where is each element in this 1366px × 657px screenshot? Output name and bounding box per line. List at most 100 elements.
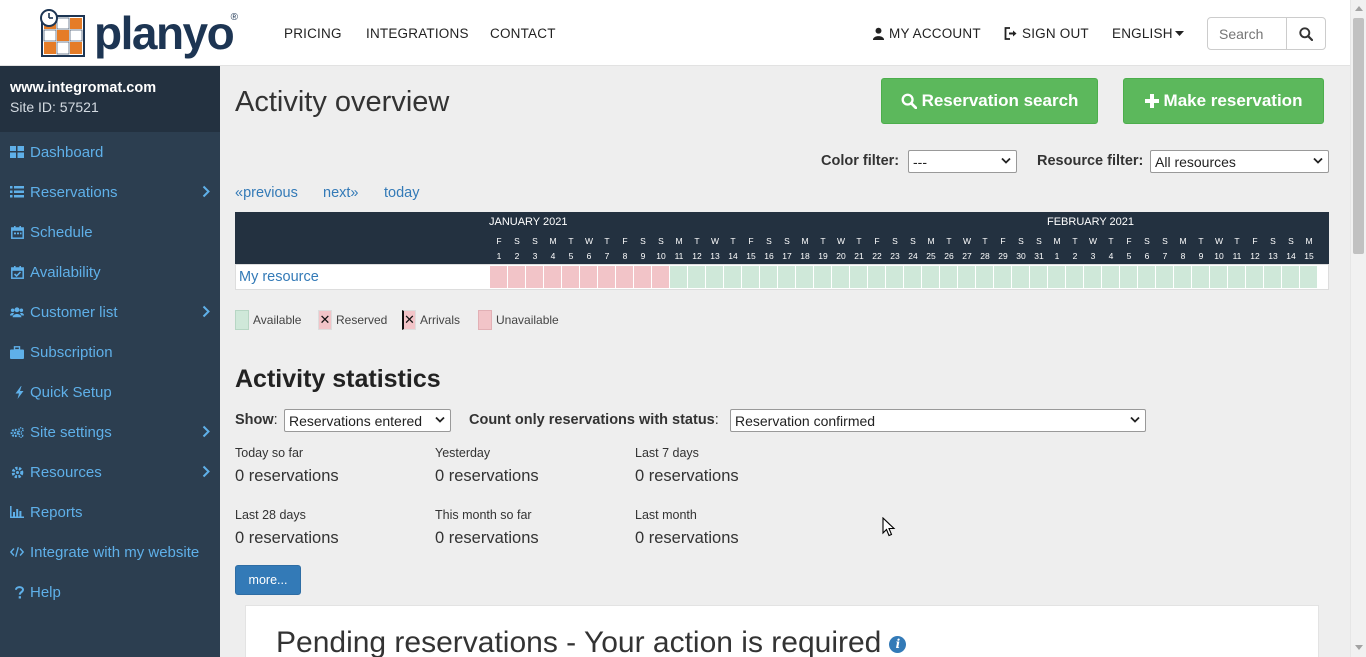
calendar-cell-available[interactable] xyxy=(778,266,795,288)
calendar-cell-available[interactable] xyxy=(904,266,921,288)
calendar-cell-available[interactable] xyxy=(940,266,957,288)
calendar-cell-available[interactable] xyxy=(1210,266,1227,288)
calendar-cell-available[interactable] xyxy=(1120,266,1137,288)
calendar-cell-available[interactable] xyxy=(796,266,813,288)
calendar-cell-available[interactable] xyxy=(1300,266,1317,288)
calendar-cell-available[interactable] xyxy=(1102,266,1119,288)
sidebar-item-reservations[interactable]: Reservations xyxy=(0,172,220,212)
calendar-day-number: 13 xyxy=(1268,251,1278,261)
calendar-cell-unavailable[interactable] xyxy=(634,266,651,288)
calendar-cell-available[interactable] xyxy=(994,266,1011,288)
page-scrollbar[interactable] xyxy=(1350,0,1366,657)
calendar-cell-available[interactable] xyxy=(922,266,939,288)
calendar-weekday: T xyxy=(946,236,952,246)
calendar-cell-available[interactable] xyxy=(976,266,993,288)
sidebar-item-integrate-with-my-website[interactable]: Integrate with my website xyxy=(0,532,220,572)
calendar-cell-available[interactable] xyxy=(1030,266,1047,288)
next-link[interactable]: next» xyxy=(323,185,358,201)
calendar-cell-available[interactable] xyxy=(688,266,705,288)
scroll-down-icon[interactable] xyxy=(1355,645,1363,650)
calendar-cell-available[interactable] xyxy=(1264,266,1281,288)
calendar-cell-available[interactable] xyxy=(886,266,903,288)
sidebar-item-availability[interactable]: Availability xyxy=(0,252,220,292)
calendar-cell-available[interactable] xyxy=(1048,266,1065,288)
calendar-cell-available[interactable] xyxy=(1138,266,1155,288)
nav-integrations[interactable]: INTEGRATIONS xyxy=(366,26,469,41)
nav-pricing[interactable]: PRICING xyxy=(284,26,342,41)
status-label-text: Count only reservations with status xyxy=(469,412,715,428)
sidebar-item-site-settings[interactable]: Site settings xyxy=(0,412,220,452)
calendar-cell-available[interactable] xyxy=(1012,266,1029,288)
previous-link[interactable]: «previous xyxy=(235,185,298,201)
language-dropdown[interactable]: ENGLISH xyxy=(1112,26,1184,41)
calendar-cell-available[interactable] xyxy=(1156,266,1173,288)
calendar-weekday: T xyxy=(820,236,826,246)
calendar-cell-available[interactable] xyxy=(1246,266,1263,288)
calendar-cell-available[interactable] xyxy=(1084,266,1101,288)
calendar-cell-available[interactable] xyxy=(1174,266,1191,288)
calendar-cell-unavailable[interactable] xyxy=(580,266,597,288)
sidebar-item-resources[interactable]: Resources xyxy=(0,452,220,492)
calendar-cell-available[interactable] xyxy=(760,266,777,288)
calendar-cell-unavailable[interactable] xyxy=(562,266,579,288)
resource-link[interactable]: My resource xyxy=(239,269,319,285)
info-icon[interactable]: i xyxy=(889,635,907,653)
sidebar-item-help[interactable]: Help xyxy=(0,572,220,612)
calendar-cell-available[interactable] xyxy=(850,266,867,288)
question-icon xyxy=(10,585,24,599)
calendar-cell-unavailable[interactable] xyxy=(526,266,543,288)
calendar-cell-unavailable[interactable] xyxy=(616,266,633,288)
calendar-cell-available[interactable] xyxy=(1282,266,1299,288)
calendar-day-number: 2 xyxy=(514,251,520,261)
calendar-cell-available[interactable] xyxy=(868,266,885,288)
calendar-month-label: JANUARY 2021 xyxy=(489,216,568,228)
calendar-weekday: M xyxy=(1179,236,1187,246)
calendar-cell-available[interactable] xyxy=(814,266,831,288)
make-reservation-button[interactable]: Make reservation xyxy=(1123,78,1324,124)
more-button[interactable]: more... xyxy=(235,565,301,595)
calendar-cell-unavailable[interactable] xyxy=(598,266,615,288)
calendar-weekday: T xyxy=(1072,236,1078,246)
scrollbar-thumb[interactable] xyxy=(1353,18,1364,254)
search-input[interactable] xyxy=(1207,17,1287,50)
reserved-x-icon: ✕ xyxy=(318,310,332,330)
stat-value: 0 reservations xyxy=(435,467,539,485)
calendar-cell-available[interactable] xyxy=(1228,266,1245,288)
show-select[interactable]: Reservations entered xyxy=(284,409,451,432)
sidebar-item-label: Resources xyxy=(30,463,102,481)
sidebar-item-reports[interactable]: Reports xyxy=(0,492,220,532)
site-id: Site ID: 57521 xyxy=(10,99,99,115)
availability-calendar: JANUARY 2021 FEBRUARY 2021 F 1 S 2 S 3 M 4 T 5 W 6 T 7 F… xyxy=(235,212,1329,290)
calendar-weekday: W xyxy=(962,236,972,246)
today-link[interactable]: today xyxy=(384,185,419,201)
stat-label: Last 28 days xyxy=(235,508,306,522)
color-filter-select[interactable]: --- xyxy=(908,150,1017,173)
calendar-cell-unavailable[interactable] xyxy=(490,266,507,288)
calendar-cell-available[interactable] xyxy=(1192,266,1209,288)
calendar-cell-unavailable[interactable] xyxy=(544,266,561,288)
nav-my-account[interactable]: MY ACCOUNT xyxy=(872,26,981,41)
status-select[interactable]: Reservation confirmed xyxy=(730,409,1146,432)
user-icon xyxy=(872,27,885,40)
sidebar-item-schedule[interactable]: Schedule xyxy=(0,212,220,252)
calendar-cell-available[interactable] xyxy=(670,266,687,288)
sidebar-item-dashboard[interactable]: Dashboard xyxy=(0,132,220,172)
calendar-cell-available[interactable] xyxy=(742,266,759,288)
planyo-logo[interactable]: planyo ® xyxy=(38,8,238,58)
search-button[interactable] xyxy=(1286,17,1326,50)
nav-sign-out[interactable]: SIGN OUT xyxy=(1004,26,1089,41)
calendar-cell-available[interactable] xyxy=(1066,266,1083,288)
nav-contact[interactable]: CONTACT xyxy=(490,26,556,41)
calendar-cell-available[interactable] xyxy=(832,266,849,288)
sidebar-item-quick-setup[interactable]: Quick Setup xyxy=(0,372,220,412)
calendar-cell-unavailable[interactable] xyxy=(652,266,669,288)
calendar-cell-unavailable[interactable] xyxy=(508,266,525,288)
calendar-cell-available[interactable] xyxy=(958,266,975,288)
resource-filter-select[interactable]: All resources xyxy=(1150,150,1329,173)
scroll-up-icon[interactable] xyxy=(1355,6,1363,11)
calendar-cell-available[interactable] xyxy=(724,266,741,288)
sidebar-item-customer-list[interactable]: Customer list xyxy=(0,292,220,332)
sidebar-item-subscription[interactable]: Subscription xyxy=(0,332,220,372)
calendar-cell-available[interactable] xyxy=(706,266,723,288)
reservation-search-button[interactable]: Reservation search xyxy=(881,78,1098,124)
